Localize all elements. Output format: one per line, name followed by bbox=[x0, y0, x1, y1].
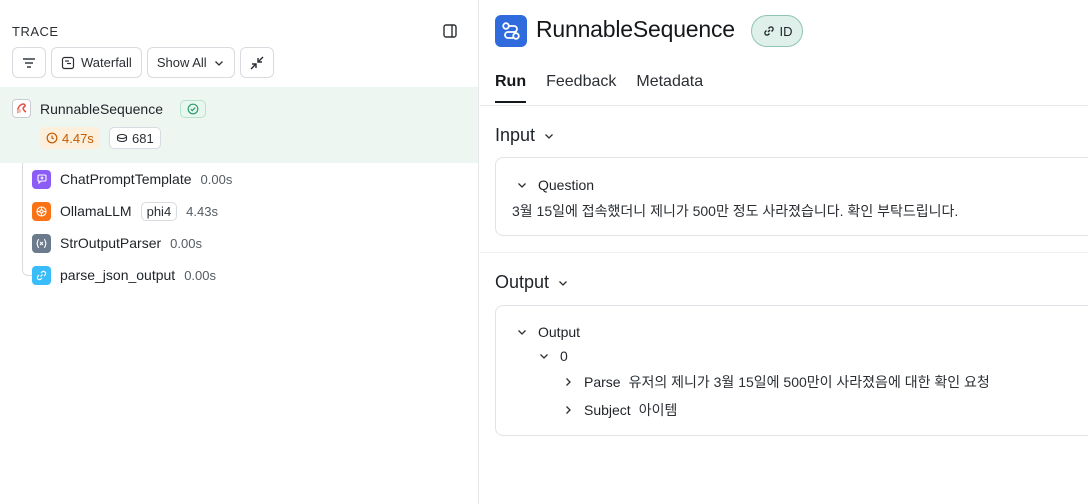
trace-child-chatprompttemplate[interactable]: ChatPromptTemplate 0.00s bbox=[32, 168, 232, 190]
chevron-right-icon bbox=[566, 378, 571, 386]
tab-feedback[interactable]: Feedback bbox=[546, 73, 616, 103]
field-value: 유저의 제니가 3월 15일에 500만이 사라졌음에 대한 확인 요청 bbox=[628, 374, 990, 390]
chevron-down-icon bbox=[518, 183, 526, 188]
tree-connector bbox=[22, 163, 23, 267]
field-key: Subject bbox=[584, 402, 631, 418]
input-value: 3월 15일에 접속했더니 제니가 500만 정도 사라졌습니다. 확인 부탁드… bbox=[512, 203, 959, 219]
input-section-toggle[interactable]: Input bbox=[495, 125, 555, 146]
trace-child-ollamallm[interactable]: OllamaLLM phi4 4.43s bbox=[32, 200, 218, 222]
model-badge: phi4 bbox=[140, 201, 178, 221]
filter-button[interactable] bbox=[12, 47, 46, 78]
output-card: Output 0 Parse 유저의 제니가 3월 15일에 500만이 사라졌… bbox=[495, 305, 1088, 436]
prompt-icon bbox=[32, 169, 51, 189]
show-all-label: Show All bbox=[156, 55, 207, 70]
trace-title: TRACE bbox=[12, 24, 59, 39]
chevron-right-icon bbox=[566, 406, 571, 414]
link-icon bbox=[763, 26, 774, 36]
tab-metadata[interactable]: Metadata bbox=[636, 73, 703, 103]
waterfall-label: Waterfall bbox=[81, 55, 132, 70]
child-name: ChatPromptTemplate bbox=[60, 171, 192, 187]
trace-child-parse-json-output[interactable]: parse_json_output 0.00s bbox=[32, 264, 216, 286]
output-key: Output bbox=[538, 324, 581, 340]
latency-value: 4.47s bbox=[62, 130, 94, 146]
clock-icon bbox=[46, 132, 58, 144]
latency-badge: 4.47s bbox=[40, 127, 100, 149]
child-name: StrOutputParser bbox=[60, 235, 162, 251]
field-value: 아이템 bbox=[638, 402, 678, 418]
tree-connector-end bbox=[22, 266, 32, 276]
runnable-sequence-icon bbox=[495, 15, 527, 47]
tabs-divider bbox=[480, 105, 1088, 106]
trace-child-stroutputparser[interactable]: StrOutputParser 0.00s bbox=[32, 232, 202, 254]
success-icon bbox=[180, 100, 206, 118]
waterfall-button[interactable]: Waterfall bbox=[51, 47, 142, 78]
show-all-select[interactable]: Show All bbox=[146, 47, 235, 78]
tokens-value: 681 bbox=[132, 130, 154, 146]
input-value-row: 3월 15일에 접속했더니 제니가 500만 정도 사라졌습니다. 확인 부탁드… bbox=[512, 201, 958, 221]
waterfall-icon bbox=[61, 56, 75, 69]
tokens-badge: 681 bbox=[109, 127, 161, 149]
panel-toggle-icon[interactable] bbox=[442, 23, 458, 39]
llm-icon bbox=[32, 201, 51, 221]
id-label: ID bbox=[779, 23, 793, 39]
child-name: parse_json_output bbox=[60, 267, 176, 283]
input-key: Question bbox=[538, 177, 595, 193]
trace-toolbar: Waterfall Show All bbox=[12, 47, 274, 78]
output-index-toggle[interactable]: 0 bbox=[538, 348, 568, 364]
chain-icon bbox=[12, 99, 31, 118]
child-time: 4.43s bbox=[186, 203, 218, 219]
input-heading: Input bbox=[495, 125, 536, 145]
run-detail-panel: RunnableSequence ID Run Feedback Metadat… bbox=[480, 0, 1088, 504]
chevron-down-icon bbox=[214, 60, 223, 66]
chevron-down-icon bbox=[518, 330, 526, 335]
output-index: 0 bbox=[560, 348, 568, 364]
run-tabs: Run Feedback Metadata bbox=[495, 73, 703, 103]
child-name: OllamaLLM bbox=[60, 203, 132, 219]
coins-icon bbox=[116, 133, 128, 143]
root-run-name: RunnableSequence bbox=[40, 101, 163, 117]
input-question-toggle[interactable]: Question bbox=[516, 177, 594, 193]
child-time: 0.00s bbox=[200, 171, 233, 187]
collapse-icon bbox=[250, 56, 264, 69]
run-title: RunnableSequence bbox=[536, 16, 735, 42]
link-icon bbox=[32, 265, 51, 285]
chevron-down-icon bbox=[559, 280, 568, 286]
input-card: Question 3월 15일에 접속했더니 제니가 500만 정도 사라졌습니… bbox=[495, 157, 1088, 236]
collapse-button[interactable] bbox=[239, 47, 274, 78]
field-key: Parse bbox=[584, 374, 621, 390]
tab-run[interactable]: Run bbox=[495, 73, 527, 103]
output-key-toggle[interactable]: Output bbox=[516, 324, 580, 340]
parser-icon bbox=[32, 233, 51, 253]
trace-root-row[interactable]: RunnableSequence 4.47s 681 bbox=[0, 87, 478, 163]
output-heading: Output bbox=[495, 272, 550, 292]
filter-icon bbox=[23, 57, 35, 68]
output-field-parse[interactable]: Parse 유저의 제니가 3월 15일에 500만이 사라졌음에 대한 확인 … bbox=[562, 372, 990, 392]
copy-id-button[interactable]: ID bbox=[751, 15, 803, 47]
child-time: 0.00s bbox=[170, 235, 202, 251]
trace-panel: TRACE Waterfall Show All RunnableSequenc… bbox=[0, 0, 479, 504]
chevron-down-icon bbox=[540, 354, 548, 359]
child-time: 0.00s bbox=[184, 267, 217, 283]
chevron-down-icon bbox=[545, 133, 554, 139]
output-field-subject[interactable]: Subject 아이템 bbox=[562, 400, 677, 420]
section-divider bbox=[480, 252, 1088, 253]
output-section-toggle[interactable]: Output bbox=[495, 272, 569, 293]
